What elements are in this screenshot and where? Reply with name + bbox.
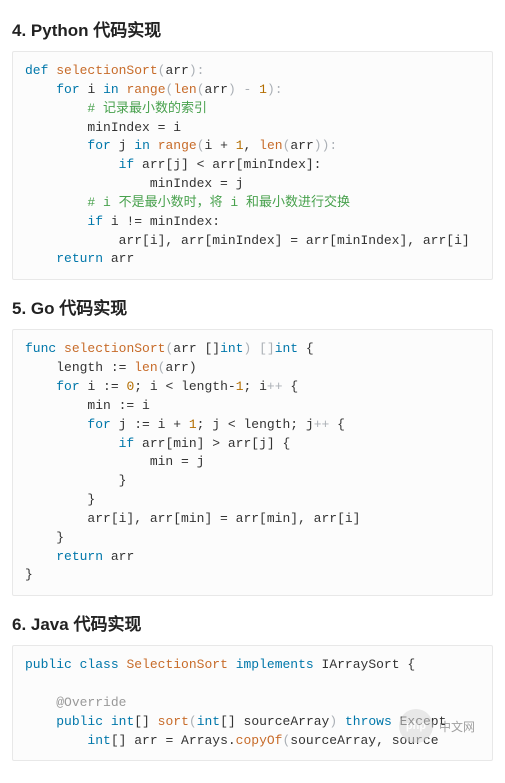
code-token: def xyxy=(25,63,48,78)
java-code-block: public class SelectionSort implements IA… xyxy=(12,645,493,761)
code-comment: # 记录最小数的索引 xyxy=(87,101,207,116)
section-6-heading: 6. Java 代码实现 xyxy=(12,610,493,635)
watermark-text: 中文网 xyxy=(439,718,475,735)
code-token: selectionSort xyxy=(56,63,157,78)
section-5-heading: 5. Go 代码实现 xyxy=(12,294,493,319)
go-code-block: func selectionSort(arr []int) []int { le… xyxy=(12,329,493,596)
code-comment: # i 不是最小数时，将 i 和最小数进行交换 xyxy=(87,195,350,210)
section-4-heading: 4. Python 代码实现 xyxy=(12,16,493,41)
watermark-badge-icon: php xyxy=(399,709,433,743)
watermark: php 中文网 xyxy=(399,709,475,743)
code-annotation: @Override xyxy=(56,695,126,710)
python-code-block: def selectionSort(arr): for i in range(l… xyxy=(12,51,493,280)
